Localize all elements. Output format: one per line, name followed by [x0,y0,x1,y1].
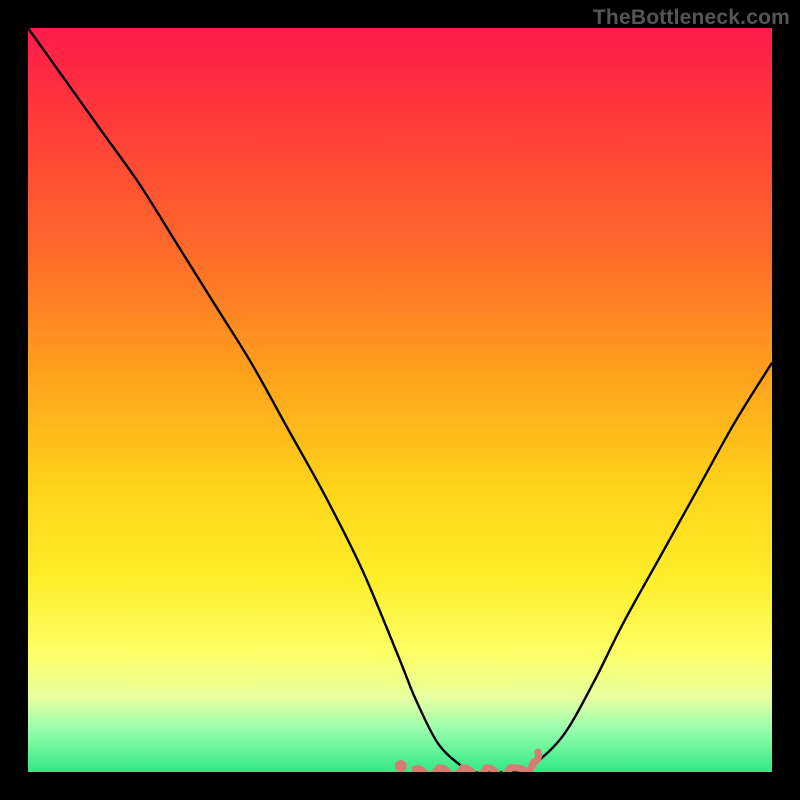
chart-frame: TheBottleneck.com [0,0,800,800]
optimal-region-dot [395,760,407,772]
bottleneck-curve-svg [28,28,772,772]
bottleneck-curve-path [28,28,772,772]
watermark-text: TheBottleneck.com [593,6,790,30]
chart-plot-area [28,28,772,772]
optimal-region-squiggle [415,752,539,772]
